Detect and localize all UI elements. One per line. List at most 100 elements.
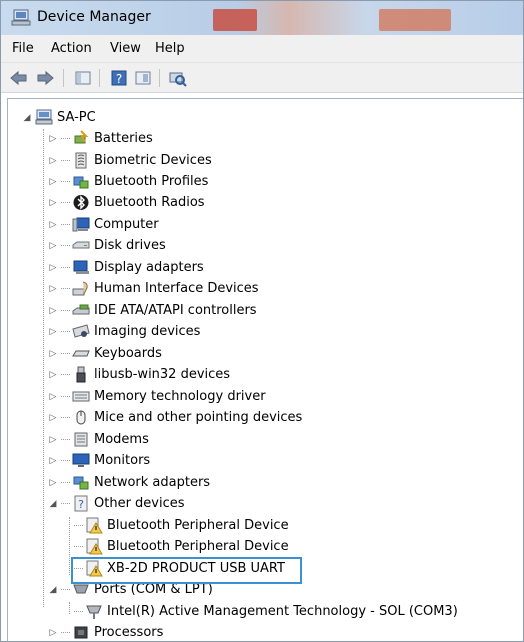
tree-category-hid[interactable]: ▷ Human Interface Devices: [48, 278, 259, 299]
tree-connector: [74, 546, 83, 547]
warning-device-icon: [85, 517, 103, 534]
toolbar-separator: [99, 69, 100, 87]
menu-view[interactable]: View: [110, 41, 141, 56]
tree-category-label: Network adapters: [94, 475, 211, 490]
menu-help[interactable]: Help: [155, 41, 185, 56]
tree-connector: [74, 611, 83, 612]
tree-category-processors[interactable]: ▷ Processors: [48, 622, 164, 641]
expand-arrow-icon[interactable]: ▷: [48, 370, 58, 380]
expand-arrow-icon[interactable]: ▷: [48, 349, 58, 359]
tree-connector: [61, 417, 70, 418]
collapse-arrow-icon[interactable]: ◢: [48, 585, 58, 595]
tree-category-label: Human Interface Devices: [94, 281, 259, 296]
tree-device-bluetooth-peripheral[interactable]: Bluetooth Peripheral Device: [74, 515, 289, 536]
window-title: Device Manager: [37, 9, 151, 25]
tree-device-label: Bluetooth Peripheral Device: [107, 539, 289, 554]
tree-category-label: Imaging devices: [94, 324, 201, 339]
tree-category-keyboards[interactable]: ▷ Keyboards: [48, 343, 162, 364]
bluetooth-profile-icon: [72, 173, 90, 190]
tree-connector: [61, 460, 70, 461]
toolbar-separator: [159, 69, 160, 87]
memory-icon: [72, 388, 90, 405]
tree-category-label: Keyboards: [94, 346, 162, 361]
expand-arrow-icon[interactable]: ▷: [48, 306, 58, 316]
title-bar-accent: [379, 9, 451, 31]
tree-category-display-adapters[interactable]: ▷ Display adapters: [48, 257, 204, 278]
usb-icon: [72, 366, 90, 383]
expand-arrow-icon[interactable]: ▷: [48, 198, 58, 208]
expand-arrow-icon[interactable]: ▷: [48, 456, 58, 466]
menu-file[interactable]: File: [12, 41, 34, 56]
tree-connector: [61, 396, 70, 397]
tree-category-monitors[interactable]: ▷ Monitors: [48, 450, 151, 471]
tree-connector: [61, 310, 70, 311]
expand-arrow-icon[interactable]: ▷: [48, 435, 58, 445]
tree-category-network[interactable]: ▷ Network adapters: [48, 472, 211, 493]
disk-drive-icon: [72, 237, 90, 254]
display-adapter-icon: [72, 259, 90, 276]
tree-category-disk-drives[interactable]: ▷ Disk drives: [48, 235, 166, 256]
tree-category-bluetooth-radios[interactable]: ▷ Bluetooth Radios: [48, 192, 205, 213]
tree-category-other-devices[interactable]: ◢ ? Other devices: [48, 493, 185, 514]
scan-hardware-icon[interactable]: [167, 68, 187, 88]
hid-icon: [72, 280, 90, 297]
expand-arrow-icon[interactable]: ▷: [48, 134, 58, 144]
tree-device-bluetooth-peripheral[interactable]: Bluetooth Peripheral Device: [74, 536, 289, 557]
tree-category-bluetooth-profiles[interactable]: ▷ Bluetooth Profiles: [48, 171, 209, 192]
expand-arrow-icon[interactable]: ▷: [48, 327, 58, 337]
tree-category-mice[interactable]: ▷ Mice and other pointing devices: [48, 407, 303, 428]
tree-device-amt-sol[interactable]: Intel(R) Active Management Technology - …: [74, 601, 458, 622]
expand-arrow-icon[interactable]: ▷: [48, 478, 58, 488]
back-arrow-icon[interactable]: [9, 68, 29, 88]
tree-category-label: Modems: [94, 432, 149, 447]
tree-category-label: Monitors: [94, 453, 151, 468]
tree-root-node[interactable]: ◢ SA-PC: [22, 107, 96, 128]
network-adapter-icon: [72, 474, 90, 491]
tree-connector: [61, 202, 70, 203]
expand-arrow-icon[interactable]: ▷: [48, 413, 58, 423]
expand-arrow-icon[interactable]: ▷: [48, 628, 58, 638]
tree-category-ide[interactable]: ▷ IDE ATA/ATAPI controllers: [48, 300, 257, 321]
tree-connector: [61, 482, 70, 483]
tree-category-modems[interactable]: ▷ Modems: [48, 429, 149, 450]
imaging-icon: [72, 323, 90, 340]
menu-action[interactable]: Action: [51, 41, 92, 56]
forward-arrow-icon[interactable]: [35, 68, 55, 88]
tree-category-batteries[interactable]: ▷ Batteries: [48, 128, 153, 149]
tree-root-label: SA-PC: [57, 110, 96, 125]
properties-icon[interactable]: [133, 68, 153, 88]
collapse-arrow-icon[interactable]: ◢: [48, 499, 58, 509]
tree-category-label: libusb-win32 devices: [94, 367, 231, 382]
processor-icon: [72, 624, 90, 641]
title-bar[interactable]: Device Manager: [1, 1, 523, 35]
show-hide-console-tree-icon[interactable]: [73, 68, 93, 88]
tree-connector: [61, 181, 70, 182]
selection-highlight-box: [71, 557, 302, 584]
tree-device-label: Bluetooth Peripheral Device: [107, 518, 289, 533]
tree-connector: [74, 525, 83, 526]
help-icon[interactable]: ?: [109, 68, 129, 88]
collapse-arrow-icon[interactable]: ◢: [22, 113, 32, 123]
expand-arrow-icon[interactable]: ▷: [48, 177, 58, 187]
tree-category-label: Computer: [94, 217, 159, 232]
expand-arrow-icon[interactable]: ▷: [48, 263, 58, 273]
title-bar-accent: [213, 9, 257, 31]
tree-category-label: Memory technology driver: [94, 389, 266, 404]
tree-category-imaging[interactable]: ▷ Imaging devices: [48, 321, 201, 342]
svg-text:?: ?: [78, 498, 84, 511]
tree-category-label: Display adapters: [94, 260, 204, 275]
device-manager-app-icon: [11, 9, 31, 31]
expand-arrow-icon[interactable]: ▷: [48, 220, 58, 230]
expand-arrow-icon[interactable]: ▷: [48, 392, 58, 402]
tree-guide-line: [69, 602, 70, 614]
expand-arrow-icon[interactable]: ▷: [48, 241, 58, 251]
battery-icon: [72, 130, 90, 147]
expand-arrow-icon[interactable]: ▷: [48, 156, 58, 166]
expand-arrow-icon[interactable]: ▷: [48, 284, 58, 294]
tree-category-label: IDE ATA/ATAPI controllers: [94, 303, 257, 318]
tree-category-libusb[interactable]: ▷ libusb-win32 devices: [48, 364, 230, 385]
tree-category-memory[interactable]: ▷ Memory technology driver: [48, 386, 266, 407]
port-device-icon: [85, 603, 103, 620]
tree-category-biometric[interactable]: ▷ Biometric Devices: [48, 150, 212, 171]
tree-category-computer[interactable]: ▷ Computer: [48, 214, 159, 235]
